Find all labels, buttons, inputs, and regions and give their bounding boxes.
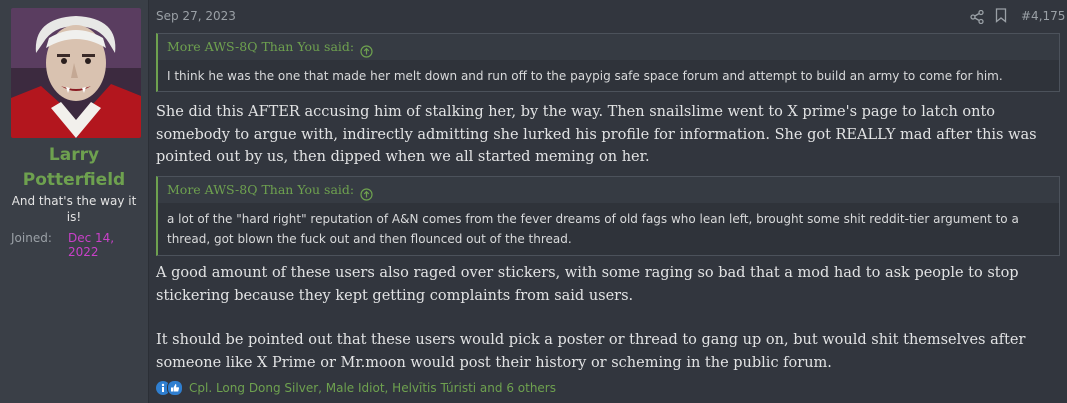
reactions-bar[interactable]: Cpl. Long Dong Silver, Male Idiot, Helvī… xyxy=(156,380,556,396)
avatar[interactable] xyxy=(11,8,141,138)
username-line-2[interactable]: Potterfield xyxy=(0,168,148,193)
quote-text: I think he was the one that made her mel… xyxy=(167,69,1003,83)
quote-block-1: More AWS-8Q Than You said: I think he wa… xyxy=(156,33,1060,92)
post-number[interactable]: #4,175 xyxy=(1021,9,1065,23)
username[interactable]: Larry Potterfield xyxy=(0,143,148,193)
post-date[interactable]: Sep 27, 2023 xyxy=(156,9,236,23)
user-info-cell: Larry Potterfield And that's the way it … xyxy=(0,0,149,403)
quote-author[interactable]: More AWS-8Q Than You said: xyxy=(167,177,354,203)
quote-header[interactable]: More AWS-8Q Than You said: xyxy=(158,34,1059,60)
user-title: And that's the way it is! xyxy=(11,194,137,224)
post-paragraph-2: A good amount of these users also raged … xyxy=(156,265,1019,304)
like-reaction-icon xyxy=(167,380,183,396)
quote-block-2: More AWS-8Q Than You said: a lot of the … xyxy=(156,176,1060,256)
forum-post: Larry Potterfield And that's the way it … xyxy=(0,0,1067,403)
message-cell: Sep 27, 2023 #4,175 More AWS-8Q Than You… xyxy=(149,0,1067,403)
post-paragraph-1: She did this AFTER accusing him of stalk… xyxy=(156,104,1037,165)
reaction-users-link[interactable]: Cpl. Long Dong Silver, Male Idiot, Helvī… xyxy=(189,381,556,395)
arrow-up-circle-icon[interactable] xyxy=(360,184,373,201)
post-paragraph-3: It should be pointed out that these user… xyxy=(156,332,1026,371)
joined-label: Joined: xyxy=(11,231,52,245)
quote-header[interactable]: More AWS-8Q Than You said: xyxy=(158,177,1059,203)
quote-text: a lot of the "hard right" reputation of … xyxy=(167,212,1019,246)
arrow-up-circle-icon[interactable] xyxy=(360,41,373,58)
joined-date: Dec 14, 2022 xyxy=(68,231,115,259)
share-icon[interactable] xyxy=(970,9,984,25)
username-line-1[interactable]: Larry xyxy=(0,143,148,168)
bookmark-icon[interactable] xyxy=(995,8,1007,23)
quote-author[interactable]: More AWS-8Q Than You said: xyxy=(167,34,354,60)
